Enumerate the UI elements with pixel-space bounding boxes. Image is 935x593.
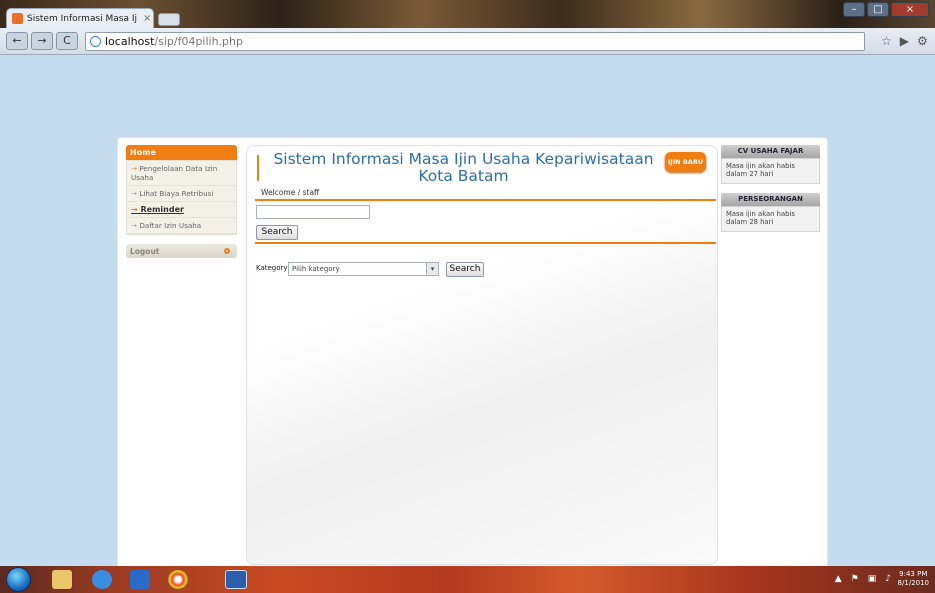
star-icon[interactable]: ☆ (881, 34, 892, 48)
explorer-icon[interactable] (52, 570, 72, 589)
taskbar: ▲ ⚑ ▣ ♪ 9:43 PM 8/1/2010 (0, 566, 935, 593)
ie-icon[interactable] (92, 570, 112, 589)
chrome-icon[interactable] (168, 570, 188, 589)
logout-icon (224, 248, 230, 254)
header-accent-bar (257, 155, 259, 181)
divider (255, 242, 716, 244)
browser-titlebar: Sistem Informasi Masa Ij... × – □ × (0, 0, 935, 28)
browser-tab[interactable]: Sistem Informasi Masa Ij... × (6, 8, 154, 28)
reminder-title: PERSEORANGAN (721, 193, 820, 206)
favicon-icon (12, 13, 23, 24)
arrow-icon: → (131, 205, 141, 214)
reminder-panel: CV USAHA FAJAR Masa ijin akan habis dala… (721, 145, 820, 232)
category-select[interactable]: Pilih kategory ▾ (288, 262, 439, 276)
reload-button[interactable]: C (56, 32, 78, 50)
chevron-down-icon[interactable]: ▾ (426, 263, 438, 275)
close-window-button[interactable]: × (891, 2, 929, 17)
clock-time: 9:43 PM (899, 570, 928, 578)
page-menu-icon[interactable]: ▶ (900, 34, 909, 48)
menu-item-label: Lihat Biaya Retribusi (139, 189, 214, 198)
menu-item-label: Reminder (140, 205, 184, 214)
media-player-icon[interactable] (130, 570, 150, 589)
window-controls: – □ × (843, 2, 929, 17)
divider (255, 199, 716, 201)
logout-button[interactable]: Logout (126, 244, 237, 258)
menu-item-label: Pengelolaan Data Izin Usaha (131, 164, 218, 182)
reminder-title: CV USAHA FAJAR (721, 145, 820, 158)
tab-close-icon[interactable]: × (143, 13, 151, 24)
flag-icon[interactable]: ⚑ (851, 574, 859, 584)
address-bar[interactable]: localhost /sip/f04pilih.php (85, 31, 865, 51)
reminder-text: Masa ijin akan habis dalam 27 hari (721, 158, 820, 184)
volume-icon[interactable]: ♪ (885, 574, 891, 584)
clock-date: 8/1/2010 (897, 579, 929, 587)
wrench-icon[interactable]: ⚙ (917, 34, 928, 48)
menu-item-pengelolaan[interactable]: → Pengelolaan Data Izin Usaha (127, 161, 236, 186)
menu-item-daftar[interactable]: → Daftar Izin Usaha (127, 218, 236, 234)
menu-item-biaya[interactable]: → Lihat Biaya Retribusi (127, 186, 236, 202)
clock[interactable]: 9:43 PM 8/1/2010 (898, 570, 929, 588)
url-path: /sip/f04pilih.php (154, 34, 243, 48)
category-search-button[interactable]: Search (446, 262, 484, 277)
page-viewport: Home → Pengelolaan Data Izin Usaha → Lih… (0, 56, 935, 569)
toolbar-icons: ☆ ▶ ⚙ (881, 34, 928, 48)
url-host: localhost (105, 34, 155, 48)
globe-icon (90, 35, 101, 47)
left-menu: Home → Pengelolaan Data Izin Usaha → Lih… (126, 145, 237, 258)
word-icon[interactable] (225, 570, 247, 589)
reminder-text: Masa ijin akan habis dalam 28 hari (721, 206, 820, 232)
network-icon[interactable]: ▣ (868, 574, 877, 584)
menu-item-label: Daftar Izin Usaha (139, 221, 202, 230)
system-tray: ▲ ⚑ ▣ ♪ (835, 574, 891, 584)
ijin-baru-button[interactable]: IJIN BARU (665, 152, 706, 172)
tray-arrow-icon[interactable]: ▲ (835, 574, 842, 584)
logout-label: Logout (130, 247, 160, 256)
forward-button[interactable]: → (31, 32, 53, 50)
menu-home[interactable]: Home (126, 145, 237, 160)
menu-list: → Pengelolaan Data Izin Usaha → Lihat Bi… (126, 160, 237, 235)
search-input[interactable] (256, 205, 370, 219)
category-label: Kategory (256, 264, 288, 272)
search-button[interactable]: Search (256, 225, 298, 240)
menu-item-reminder[interactable]: → Reminder (127, 202, 236, 218)
content-container: Home → Pengelolaan Data Izin Usaha → Lih… (117, 137, 828, 569)
browser-toolbar: ← → C localhost /sip/f04pilih.php ☆ ▶ ⚙ (0, 28, 935, 55)
category-selected: Pilih kategory (292, 265, 340, 273)
new-tab-button[interactable] (158, 13, 180, 26)
minimize-button[interactable]: – (843, 2, 865, 17)
start-button[interactable] (6, 567, 31, 592)
page-title: Sistem Informasi Masa Ijin Usaha Kepariw… (273, 150, 654, 185)
main-panel: Sistem Informasi Masa Ijin Usaha Kepariw… (246, 145, 718, 565)
tab-title: Sistem Informasi Masa Ij... (27, 13, 137, 24)
welcome-text: Welcome / staff (261, 188, 320, 197)
maximize-button[interactable]: □ (867, 2, 889, 17)
back-button[interactable]: ← (6, 32, 28, 50)
